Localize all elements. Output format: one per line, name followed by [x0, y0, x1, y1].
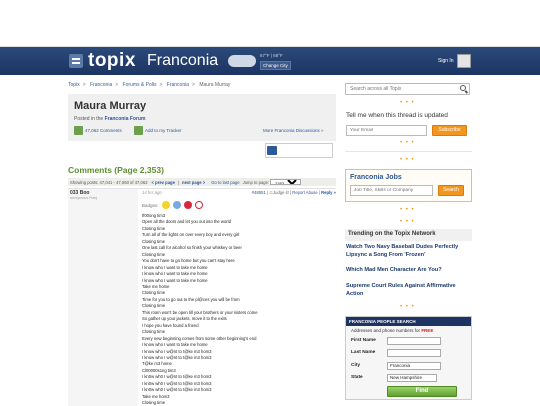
free-label: FREE	[421, 328, 434, 333]
share-icon[interactable]	[267, 146, 277, 155]
divider-dots: • • •	[400, 140, 415, 146]
heart-badge-icon	[183, 201, 192, 209]
pager-separator: |	[177, 179, 180, 185]
jump-page-select[interactable]: 2353	[270, 179, 302, 185]
avatar-icon[interactable]	[457, 54, 471, 68]
breadcrumb-forums[interactable]: Forums & Polls	[123, 82, 157, 88]
site-header: topix Franconia 67°F | 68°F Change City …	[0, 47, 540, 75]
divider-dots: • • •	[400, 219, 415, 225]
report-abuse-link[interactable]: Report Abuse	[292, 190, 317, 195]
target-badge-icon	[194, 201, 203, 209]
pagination-bar: Showing posts: 47,041 - 47,060 of 47,062…	[68, 178, 336, 186]
thread-alert-title: Tell me when this thread is updated	[346, 112, 448, 119]
comments-count[interactable]: 47,062 Comments	[85, 128, 122, 133]
judge-it-link[interactable]: Judge it!	[273, 190, 289, 195]
divider	[345, 151, 472, 152]
first-name-label: First Name	[351, 338, 376, 343]
comment-user-tag: anonymous Franj	[70, 196, 98, 200]
trending-item[interactable]: Watch Two Navy Baseball Dudes Perfectly …	[346, 244, 468, 259]
more-discussions-link[interactable]: More Franconia Discussions »	[263, 128, 324, 133]
comment-post: 033 Boo anonymous Franj 14 hrs ago #4855…	[68, 188, 336, 406]
job-search-button[interactable]: Search	[438, 185, 464, 196]
people-search-subtitle: Addresses and phone numbers for FREE	[351, 328, 433, 333]
jump-label: Jump to page:	[242, 179, 270, 185]
comment-body: If00ong tim3 Open all the doors and let y…	[142, 213, 332, 406]
jobs-title: Franconia Jobs	[350, 174, 402, 181]
trending-item[interactable]: Which Mad Men Character Are You?	[346, 267, 468, 275]
comment-line: Closing time	[142, 400, 166, 406]
breadcrumb-current: Maura Murray	[199, 82, 231, 88]
change-city-button[interactable]: Change City	[260, 61, 291, 70]
weather-readout: 67°F | 68°F	[260, 53, 283, 58]
breadcrumb-franconia[interactable]: Franconia	[90, 82, 112, 88]
city-label: City	[351, 363, 361, 368]
city-name: Franconia	[147, 52, 219, 69]
first-name-field[interactable]	[387, 337, 441, 345]
comment-meta: 14 hrs ago #48551 | ⚖Judge it! | Report …	[142, 190, 336, 195]
page-title: Maura Murray	[74, 100, 147, 112]
last-name-field[interactable]	[387, 349, 441, 357]
thread-header: Maura Murray Posted in the Franconia For…	[68, 94, 336, 141]
divider-dots: • • •	[400, 207, 415, 213]
top-whitespace	[0, 0, 540, 47]
state-select[interactable]: New Hampshire	[387, 374, 437, 382]
posted-in-prefix: Posted in the	[74, 116, 104, 122]
last-name-label: Last Name	[351, 350, 376, 355]
state-label: State	[351, 375, 363, 380]
find-button[interactable]: Find	[387, 386, 457, 397]
divider-dots: • • •	[400, 157, 415, 163]
next-page-link[interactable]: next page >	[182, 180, 205, 185]
topix-logo[interactable]: topix	[88, 50, 136, 72]
share-box	[265, 143, 333, 158]
menu-icon[interactable]	[69, 54, 83, 68]
site-search-input[interactable]	[345, 83, 470, 95]
breadcrumb-forum[interactable]: Franconia	[167, 82, 189, 88]
breadcrumb: Topix > Franconia > Forums & Polls > Franco…	[68, 82, 231, 88]
people-search-box: FRANCONIA PEOPLE SEARCH Addresses and ph…	[345, 316, 472, 400]
tracker-link[interactable]: Add to my Tracker	[134, 126, 182, 135]
comment-number[interactable]: #48551	[252, 190, 266, 195]
divider-dots: • • •	[400, 100, 415, 106]
comment-time: 14 hrs ago	[142, 190, 162, 195]
reply-link[interactable]: Reply »	[321, 190, 336, 195]
search-icon[interactable]	[460, 85, 466, 91]
badges-label: Badges:	[142, 202, 159, 208]
breadcrumb-topix[interactable]: Topix	[68, 82, 80, 88]
lightbulb-badge-icon	[161, 201, 170, 209]
subscribe-button[interactable]: Subscribe	[432, 125, 467, 136]
blue-badge-icon	[172, 201, 181, 209]
sign-in-link[interactable]: Sign In	[438, 58, 454, 64]
people-sub-text: Addresses and phone numbers for	[351, 328, 421, 333]
comments-heading: Comments (Page 2,353)	[68, 165, 164, 175]
comments-icon	[74, 126, 83, 135]
trending-heading: Trending on the Topix Network	[345, 229, 472, 241]
email-field[interactable]	[346, 125, 427, 136]
posted-in: Posted in the Franconia Forum	[74, 116, 145, 122]
tracker-label[interactable]: Add to my Tracker	[145, 128, 182, 133]
prev-page-link[interactable]: < prev page	[152, 180, 175, 185]
tracker-icon	[134, 126, 143, 135]
last-page-link[interactable]: Go to last page	[211, 180, 239, 185]
badges-row: Badges:	[142, 201, 203, 209]
job-search-input[interactable]	[350, 185, 433, 196]
city-field[interactable]: Franconia	[387, 362, 441, 370]
jobs-box: Franconia Jobs Search	[345, 169, 472, 202]
divider-dots: • • •	[400, 304, 415, 310]
cloud-icon	[228, 55, 256, 67]
people-search-title: FRANCONIA PEOPLE SEARCH	[346, 317, 471, 326]
trending-item[interactable]: Supreme Court Rules Against Affirmative …	[346, 283, 468, 298]
comments-link[interactable]: 47,062 Comments	[74, 126, 122, 135]
comment-author-column: 033 Boo anonymous Franj	[68, 189, 138, 406]
forum-link[interactable]: Franconia Forum	[105, 116, 146, 122]
showing-range: Showing posts: 47,041 - 47,060 of 47,062	[70, 179, 148, 185]
